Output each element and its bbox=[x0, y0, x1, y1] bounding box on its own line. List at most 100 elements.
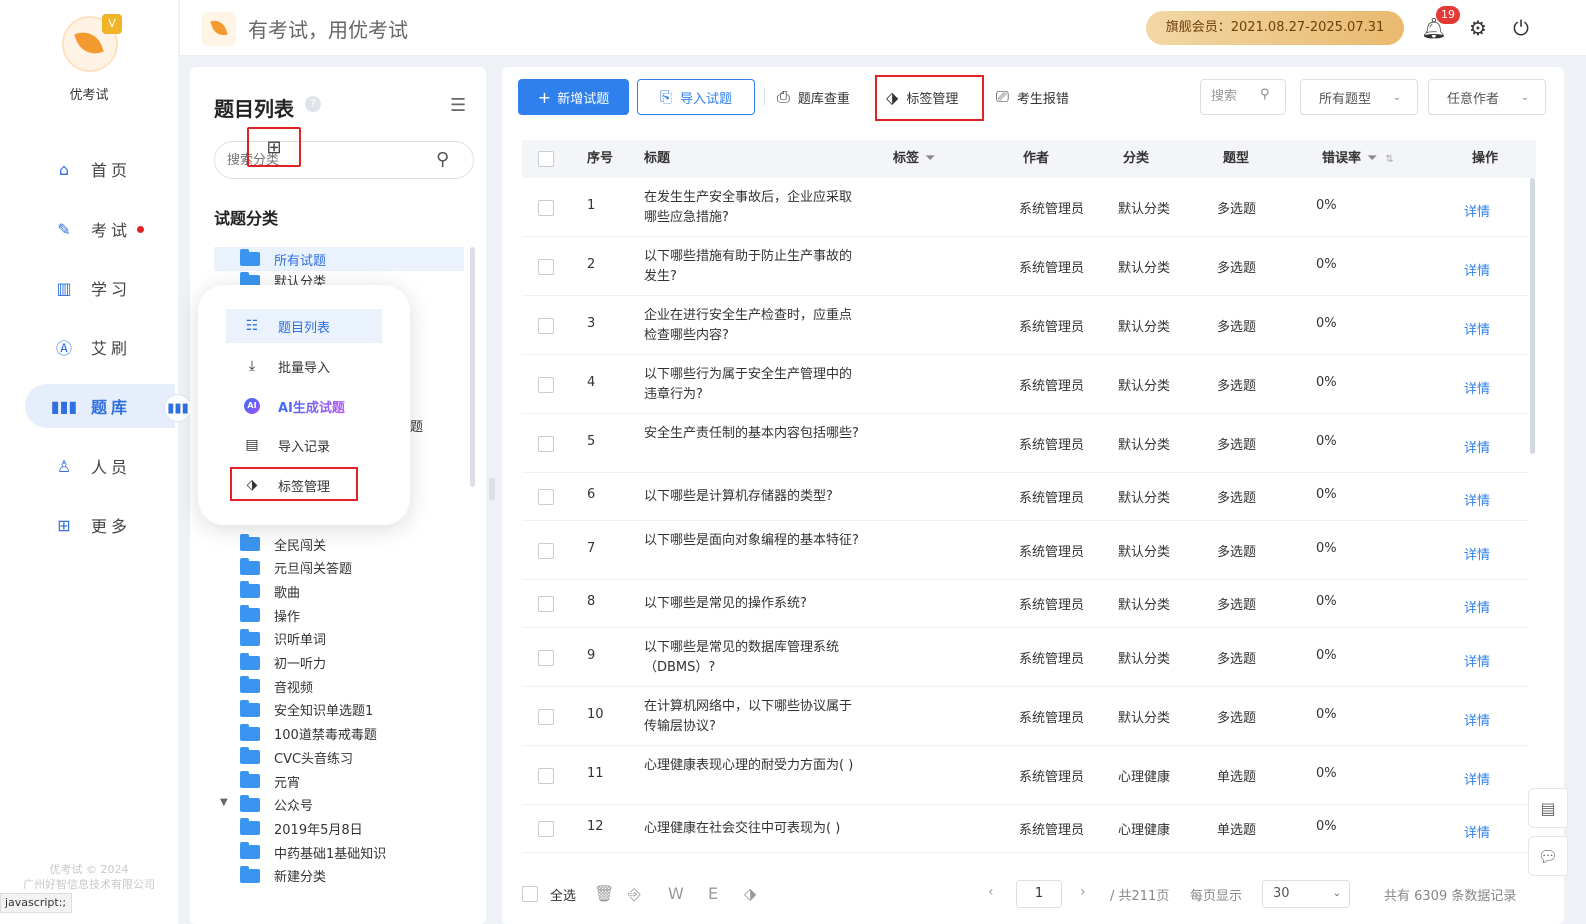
row-checkbox[interactable] bbox=[538, 767, 554, 784]
category-item[interactable]: 识听单词 bbox=[214, 627, 464, 651]
filter-icon[interactable]: ⏷ bbox=[925, 151, 935, 166]
menu-icon[interactable]: ☰ bbox=[450, 95, 466, 116]
nav-item-more[interactable]: ⊞ 更多 bbox=[25, 503, 175, 547]
header-tag[interactable]: 标签 ⏷ bbox=[893, 140, 935, 178]
table-scrollbar[interactable] bbox=[1530, 178, 1535, 454]
category-item[interactable]: 默认分类 bbox=[214, 271, 464, 285]
vip-membership-badge[interactable]: 旗舰会员：2021.08.27-2025.07.31 bbox=[1146, 11, 1404, 45]
power-icon[interactable]: ⏻ bbox=[1507, 14, 1535, 42]
panel-splitter[interactable] bbox=[489, 478, 495, 500]
popup-item-ai-generate[interactable]: AI AI生成试题 bbox=[226, 389, 382, 423]
category-item[interactable]: 安全知识单选题1 bbox=[214, 698, 464, 722]
table-row[interactable]: 3 企业在进行安全生产检查时，应重点检查哪些内容? 系统管理员 默认分类 多选题 0% 详情 bbox=[522, 296, 1528, 355]
category-item[interactable]: 全民闯关 bbox=[214, 532, 464, 556]
category-item[interactable]: 新建分类 bbox=[214, 864, 464, 888]
page-size-select[interactable]: 30 ⌄ bbox=[1262, 880, 1350, 908]
nav-item-ai-brush[interactable]: Ⓐ 艾刷 bbox=[25, 325, 175, 369]
detail-link[interactable]: 详情 bbox=[1464, 437, 1490, 456]
detail-link[interactable]: 详情 bbox=[1464, 490, 1490, 509]
table-row[interactable]: 8 以下哪些是常见的操作系统? 系统管理员 默认分类 多选题 0% 详情 bbox=[522, 580, 1528, 628]
select-all-checkbox[interactable] bbox=[522, 886, 538, 902]
table-row[interactable]: 12 心理健康在社会交往中可表现为( ) 系统管理员 心理健康 单选题 0% 详情 bbox=[522, 805, 1528, 853]
delete-icon[interactable]: 🗑︎ bbox=[594, 884, 614, 903]
import-question-button[interactable]: ⎘ 导入试题 bbox=[637, 79, 755, 115]
table-row[interactable]: 10 在计算机网络中，以下哪些协议属于传输层协议? 系统管理员 默认分类 多选题 0% 详情 bbox=[522, 687, 1528, 746]
category-item[interactable]: 100道禁毒戒毒题 bbox=[214, 722, 464, 746]
row-checkbox[interactable] bbox=[538, 596, 554, 612]
header-checkbox[interactable] bbox=[538, 151, 554, 167]
author-dropdown[interactable]: 任意作者 ⌄ bbox=[1428, 79, 1546, 115]
detail-link[interactable]: 详情 bbox=[1464, 319, 1490, 338]
row-checkbox[interactable] bbox=[538, 542, 554, 559]
category-item[interactable]: 元旦闯关答题 bbox=[214, 556, 464, 580]
scrollbar[interactable] bbox=[470, 247, 475, 487]
search-icon[interactable]: ⚲ bbox=[1260, 87, 1270, 102]
chevron-right-icon[interactable]: › bbox=[1080, 884, 1086, 900]
category-item[interactable]: 操作 bbox=[214, 603, 464, 627]
nav-item-home[interactable]: ⌂ 首页 bbox=[25, 147, 175, 191]
detail-link[interactable]: 详情 bbox=[1464, 822, 1490, 841]
detail-link[interactable]: 详情 bbox=[1464, 378, 1490, 397]
table-row[interactable]: 4 以下哪些行为属于安全生产管理中的违章行为? 系统管理员 默认分类 多选题 0% 详情 bbox=[522, 355, 1528, 414]
table-row[interactable]: 1 在发生生产安全事故后，企业应采取哪些应急措施? 系统管理员 默认分类 多选题 0% 详情 bbox=[522, 178, 1528, 237]
submenu-toggle-icon[interactable]: ▮▮▮ bbox=[164, 394, 192, 422]
row-checkbox[interactable] bbox=[538, 258, 554, 275]
category-item[interactable]: 公众号 bbox=[214, 793, 464, 817]
category-item[interactable]: 音视频 bbox=[214, 674, 464, 698]
help-icon[interactable]: ? bbox=[305, 96, 321, 112]
category-item[interactable]: 所有试题 bbox=[214, 247, 464, 271]
error-report-button[interactable]: ⎚ 考生报错 bbox=[996, 79, 1069, 115]
nav-item-people[interactable]: ♙ 人员 bbox=[25, 444, 175, 488]
search-icon[interactable]: ⚲ bbox=[436, 149, 449, 170]
category-item[interactable]: 歌曲 bbox=[214, 579, 464, 603]
row-checkbox[interactable] bbox=[538, 708, 554, 725]
popup-item-question-list[interactable]: ☷ 题目列表 bbox=[226, 309, 382, 343]
nav-item-exam[interactable]: ✎ 考试 bbox=[25, 207, 175, 251]
row-checkbox[interactable] bbox=[538, 435, 554, 452]
table-row[interactable]: 5 安全生产责任制的基本内容包括哪些? 系统管理员 默认分类 多选题 0% 详情 bbox=[522, 414, 1528, 473]
detail-link[interactable]: 详情 bbox=[1464, 769, 1490, 788]
table-row[interactable]: 2 以下哪些措施有助于防止生产事故的发生? 系统管理员 默认分类 多选题 0% 详情 bbox=[522, 237, 1528, 296]
select-all-label[interactable]: 全选 bbox=[550, 885, 576, 904]
question-type-dropdown[interactable]: 所有题型 ⌄ bbox=[1300, 79, 1418, 115]
table-row[interactable]: 9 以下哪些是常见的数据库管理系统（DBMS）? 系统管理员 默认分类 多选题 0% 详情 bbox=[522, 628, 1528, 687]
row-checkbox[interactable] bbox=[538, 376, 554, 393]
add-folder-icon[interactable]: ⊞ bbox=[247, 127, 301, 167]
chat-icon[interactable]: 💬︎ bbox=[1528, 836, 1568, 876]
app-logo[interactable]: V bbox=[62, 14, 122, 72]
popup-item-batch-import[interactable]: ⤓ 批量导入 bbox=[226, 349, 382, 383]
row-checkbox[interactable] bbox=[538, 489, 554, 505]
gear-icon[interactable]: ⚙ bbox=[1464, 14, 1492, 42]
question-search-input[interactable]: 搜索 bbox=[1200, 79, 1286, 115]
row-checkbox[interactable] bbox=[538, 317, 554, 334]
category-item[interactable]: CVC头音练习 bbox=[214, 745, 464, 769]
row-checkbox[interactable] bbox=[538, 199, 554, 216]
popup-item-import-records[interactable]: ▤ 导入记录 bbox=[226, 428, 382, 462]
export-word-icon[interactable]: W bbox=[668, 884, 684, 903]
detail-link[interactable]: 详情 bbox=[1464, 597, 1490, 616]
nav-item-study[interactable]: ▥ 学习 bbox=[25, 266, 175, 310]
filter-icon[interactable]: ⏷ bbox=[1367, 151, 1377, 166]
category-item[interactable]: 元宵 bbox=[214, 769, 464, 793]
header-error-rate[interactable]: 错误率 ⏷ ⇅ bbox=[1322, 140, 1394, 178]
detail-link[interactable]: 详情 bbox=[1464, 260, 1490, 279]
detail-link[interactable]: 详情 bbox=[1464, 710, 1490, 729]
page-number-input[interactable]: 1 bbox=[1016, 880, 1062, 908]
table-row[interactable]: 7 以下哪些是面向对象编程的基本特征? 系统管理员 默认分类 多选题 0% 详情 bbox=[522, 521, 1528, 580]
dedupe-button[interactable]: ⎙ 题库查重 bbox=[777, 79, 850, 115]
sort-icon[interactable]: ⇅ bbox=[1385, 154, 1393, 165]
table-row[interactable]: 11 心理健康表现心理的耐受力方面为( ) 系统管理员 心理健康 单选题 0% 详情 bbox=[522, 746, 1528, 805]
row-checkbox[interactable] bbox=[538, 649, 554, 666]
move-folder-icon[interactable]: ⎆ bbox=[628, 884, 641, 904]
add-question-button[interactable]: + 新增试题 bbox=[518, 79, 629, 115]
detail-link[interactable]: 详情 bbox=[1464, 544, 1490, 563]
category-item[interactable]: 2019年5月8日 bbox=[214, 816, 464, 840]
detail-link[interactable]: 详情 bbox=[1464, 651, 1490, 670]
document-icon[interactable]: ▤ bbox=[1528, 788, 1568, 828]
caret-down-icon[interactable]: ▼ bbox=[220, 797, 228, 808]
chevron-left-icon[interactable]: ‹ bbox=[988, 884, 994, 900]
table-row[interactable]: 6 以下哪些是计算机存储器的类型? 系统管理员 默认分类 多选题 0% 详情 bbox=[522, 473, 1528, 521]
category-item[interactable]: 中药基础1基础知识 bbox=[214, 840, 464, 864]
tag-batch-icon[interactable]: ⬗ bbox=[744, 884, 756, 903]
nav-item-question-bank[interactable]: ▮▮▮ 题库 bbox=[25, 384, 175, 428]
